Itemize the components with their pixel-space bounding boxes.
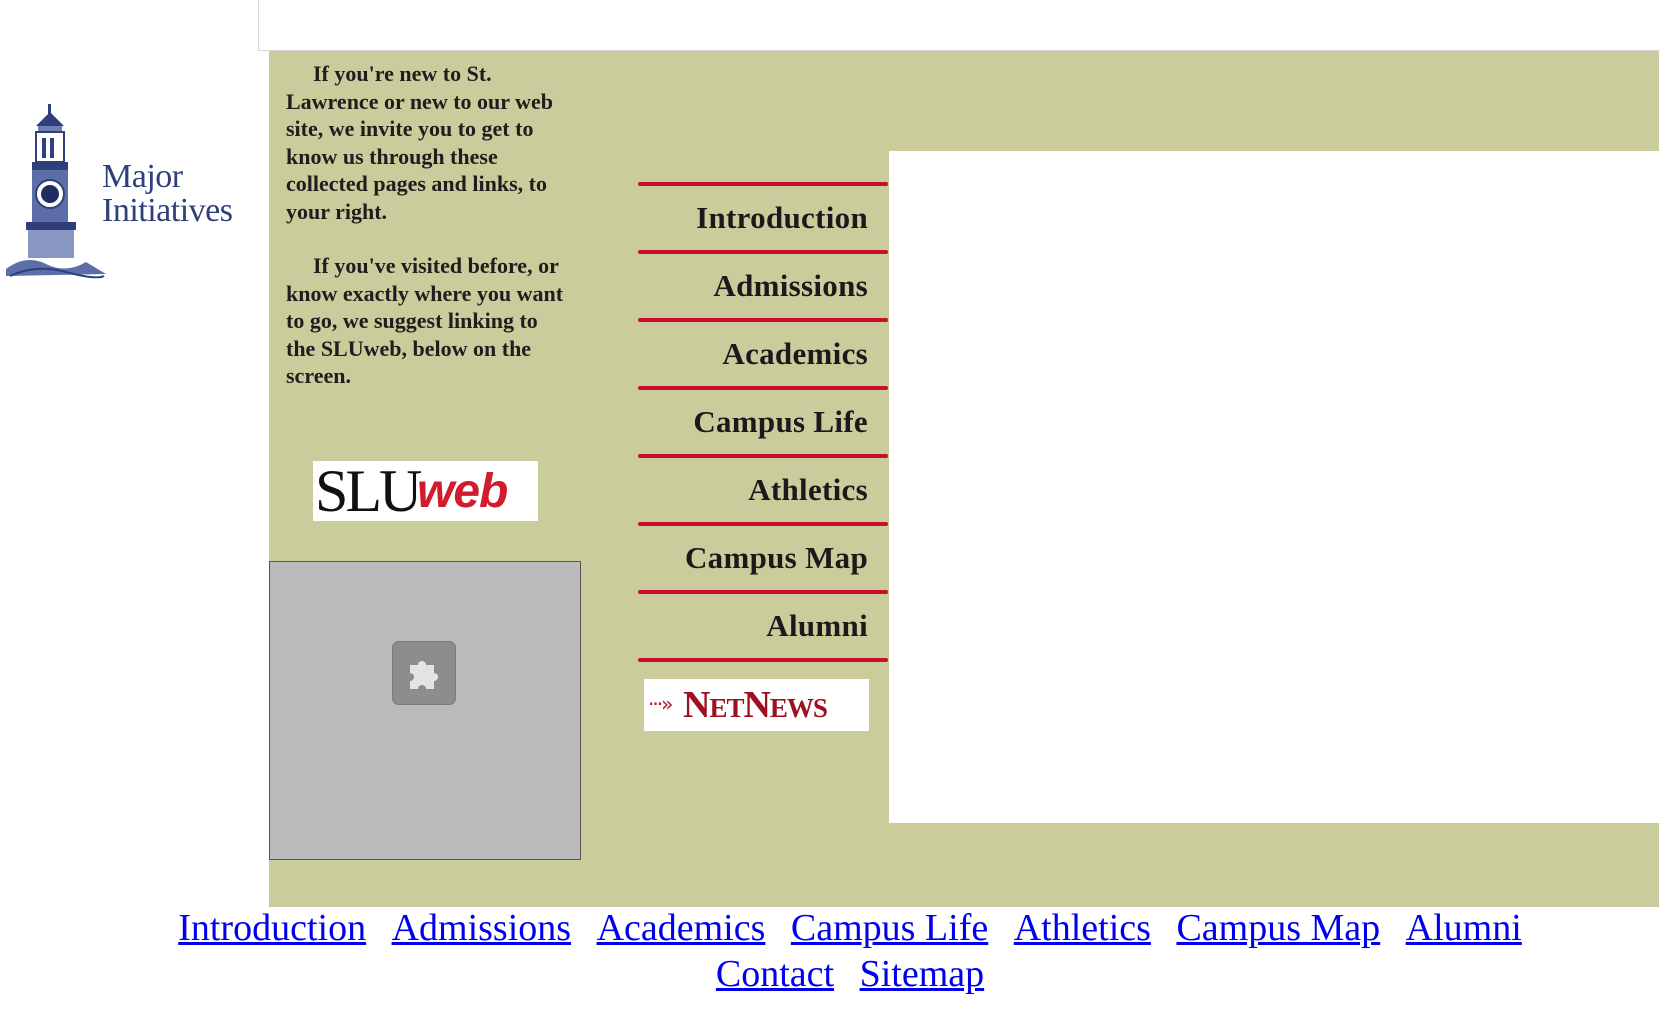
nav-label: Campus Map	[684, 540, 868, 575]
sluweb-part-1: SLU	[315, 461, 422, 521]
nav-label: Academics	[722, 336, 868, 371]
plugin-placeholder[interactable]	[269, 561, 581, 860]
footer-row-1: Introduction Admissions Academics Campus…	[0, 905, 1659, 951]
footer-row-2: Contact Sitemap	[0, 951, 1659, 997]
logo-line-1: Major	[102, 158, 183, 195]
footer-links: Introduction Admissions Academics Campus…	[0, 905, 1659, 997]
nav-label: Introduction	[696, 200, 868, 235]
nav-label: Campus Life	[693, 404, 868, 439]
footer-link-sitemap[interactable]: Sitemap	[860, 953, 985, 995]
sluweb-link[interactable]: SLU web	[313, 461, 538, 521]
clock-tower-icon	[6, 104, 106, 279]
footer-link-introduction[interactable]: Introduction	[178, 907, 366, 949]
footer-link-athletics[interactable]: Athletics	[1014, 907, 1151, 949]
content-frame	[889, 151, 1659, 823]
section-nav: Introduction Admissions Academics Campus…	[638, 182, 888, 662]
footer-link-admissions[interactable]: Admissions	[392, 907, 571, 949]
nav-item-admissions[interactable]: Admissions	[638, 254, 888, 318]
intro-paragraph-1: If you're new to St. Lawrence or new to …	[286, 61, 554, 224]
nav-label: Alumni	[766, 608, 868, 643]
sluweb-part-2: web	[417, 465, 508, 518]
intro-text: If you're new to St. Lawrence or new to …	[286, 60, 571, 417]
footer-link-alumni[interactable]: Alumni	[1406, 907, 1522, 949]
nav-item-introduction[interactable]: Introduction	[638, 186, 888, 250]
logo-line-2: Initiatives	[102, 192, 233, 229]
logo-text: Major Initiatives	[102, 158, 233, 229]
footer-link-academics[interactable]: Academics	[597, 907, 766, 949]
nav-item-alumni[interactable]: Alumni	[638, 594, 888, 658]
nav-item-campus-map[interactable]: Campus Map	[638, 526, 888, 590]
netnews-label: NetNews	[683, 684, 828, 726]
nav-item-athletics[interactable]: Athletics	[638, 458, 888, 522]
footer-link-campus-map[interactable]: Campus Map	[1176, 907, 1380, 949]
footer-link-contact[interactable]: Contact	[716, 953, 834, 995]
intro-paragraph-2: If you've visited before, or know exactl…	[286, 253, 564, 388]
netnews-arrow-icon: ···»	[648, 692, 673, 716]
nav-label: Admissions	[713, 268, 868, 303]
nav-rule	[638, 658, 888, 662]
netnews-link[interactable]: ···» NetNews	[644, 679, 869, 731]
top-frame	[258, 0, 1659, 51]
nav-item-academics[interactable]: Academics	[638, 322, 888, 386]
footer-link-campus-life[interactable]: Campus Life	[791, 907, 988, 949]
nav-item-campus-life[interactable]: Campus Life	[638, 390, 888, 454]
nav-label: Athletics	[748, 472, 868, 507]
plugin-puzzle-icon	[392, 641, 456, 705]
major-initiatives-logo[interactable]: Major Initiatives	[6, 104, 260, 284]
